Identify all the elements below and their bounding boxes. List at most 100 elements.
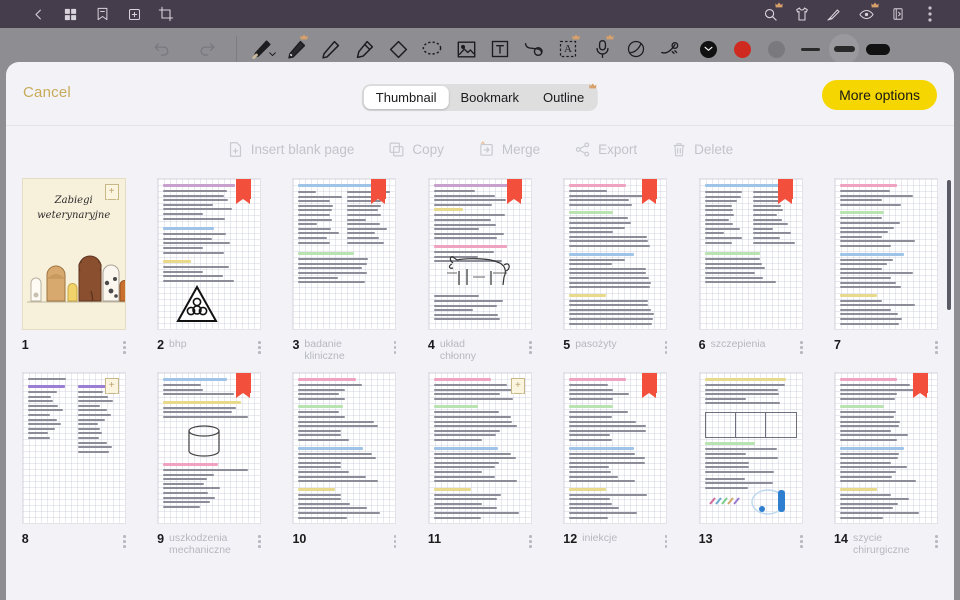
page-overflow-menu-icon[interactable] [123, 532, 126, 548]
more-options-button[interactable]: More options [822, 80, 937, 110]
panel-header: Cancel Thumbnail Bookmark Outline More o… [6, 62, 954, 126]
stroke-thick[interactable] [863, 32, 893, 66]
overflow-menu-icon[interactable] [914, 0, 946, 28]
shape-tool[interactable] [519, 32, 549, 66]
page-thumbnail[interactable] [292, 178, 397, 330]
page-thumbnail[interactable] [563, 178, 668, 330]
tab-thumbnail[interactable]: Thumbnail [363, 86, 449, 109]
page-overflow-menu-icon[interactable] [664, 338, 668, 354]
image-tool[interactable] [451, 32, 481, 66]
color-swatch-gray[interactable] [761, 32, 791, 66]
page-overflow-menu-icon[interactable] [664, 532, 668, 548]
redo-button[interactable] [192, 32, 222, 66]
stroke-thin[interactable] [795, 32, 825, 66]
page-title: układ chłonny [439, 338, 477, 362]
export-button[interactable]: Export [574, 141, 637, 158]
pencil-tool[interactable] [281, 32, 311, 66]
page-thumbnail[interactable]: Zabiegi weterynaryjne + [21, 178, 126, 330]
page-overflow-menu-icon[interactable] [393, 338, 397, 354]
stroke-medium[interactable] [829, 32, 859, 66]
page-overflow-menu-icon[interactable] [800, 532, 803, 548]
page-caption-left: 9 uszkodzenia mechaniczne [157, 532, 231, 556]
bookmark-ribbon-icon[interactable] [777, 179, 793, 204]
add-bookmark-icon[interactable]: + [510, 378, 525, 394]
cancel-button[interactable]: Cancel [23, 84, 71, 101]
color-swatch-red[interactable] [727, 32, 757, 66]
lasso-select-tool[interactable] [417, 32, 447, 66]
page-overflow-menu-icon[interactable] [935, 338, 939, 354]
page-caption: 5 pasożyty [563, 338, 668, 372]
tab-outline-label: Outline [543, 90, 585, 105]
color-swatch-black-dot [699, 40, 717, 58]
ink-drop-tool[interactable] [655, 32, 685, 66]
bookmark-ribbon-icon[interactable] [913, 373, 929, 398]
bookmark-ribbon-icon[interactable] [236, 373, 252, 398]
page-action-bar: Insert blank page Copy Merge Export Dele… [6, 126, 954, 172]
page-thumbnail[interactable] [698, 372, 803, 524]
ballpoint-pen-tool[interactable] [315, 32, 345, 66]
add-page-icon[interactable] [118, 0, 150, 28]
bookmark-ribbon-icon[interactable] [371, 179, 387, 204]
stroke-medium-selected-bg [829, 34, 859, 64]
page-flip-icon[interactable] [882, 0, 914, 28]
copy-button[interactable]: Copy [388, 141, 444, 158]
page-number: 6 [698, 338, 706, 352]
page-thumbnail[interactable] [834, 372, 939, 524]
microphone-tool[interactable] [587, 32, 617, 66]
crop-icon[interactable] [150, 0, 182, 28]
app-top-bar-left-group [0, 0, 182, 28]
color-wheel-tool[interactable] [621, 32, 651, 66]
page-overflow-menu-icon[interactable] [393, 532, 397, 548]
page-thumbnail[interactable]: + [427, 372, 532, 524]
page-thumbnail[interactable] [157, 178, 262, 330]
bookmark-icon[interactable] [86, 0, 118, 28]
bookmark-ribbon-icon[interactable] [236, 179, 252, 204]
page-thumbnail-cell: 6 szczepienia [683, 178, 818, 372]
page-caption-left: 13 [699, 532, 718, 546]
search-icon[interactable] [754, 0, 786, 28]
page-overflow-menu-icon[interactable] [123, 338, 126, 354]
page-overflow-menu-icon[interactable] [529, 338, 532, 354]
page-thumbnail[interactable] [427, 178, 532, 330]
page-overflow-menu-icon[interactable] [800, 338, 803, 354]
page-thumbnail[interactable]: + [21, 372, 126, 524]
add-bookmark-icon[interactable]: + [104, 378, 119, 394]
eye-icon[interactable] [850, 0, 882, 28]
text-recognition-tool[interactable]: A [553, 32, 583, 66]
page-thumbnail[interactable] [157, 372, 262, 524]
page-thumbnail-cell: 2 bhp [141, 178, 276, 372]
fountain-pen-tool[interactable] [247, 32, 277, 66]
page-thumbnail[interactable] [563, 372, 668, 524]
page-thumbnail[interactable] [834, 178, 939, 330]
vertical-scrollbar[interactable] [947, 180, 951, 310]
bookmark-ribbon-icon[interactable] [642, 179, 658, 204]
page-thumbnail[interactable] [698, 178, 803, 330]
tab-bookmark[interactable]: Bookmark [448, 86, 531, 109]
eraser-tool[interactable] [383, 32, 413, 66]
delete-button[interactable]: Delete [671, 141, 733, 158]
page-overflow-menu-icon[interactable] [258, 338, 262, 354]
pen-nib-icon[interactable] [818, 0, 850, 28]
page-overflow-menu-icon[interactable] [529, 532, 532, 548]
text-box-tool[interactable] [485, 32, 515, 66]
page-thumbnail[interactable] [292, 372, 397, 524]
color-swatch-red-dot [733, 40, 751, 58]
bookmark-ribbon-icon[interactable] [506, 179, 522, 204]
bookmark-ribbon-icon[interactable] [642, 373, 658, 398]
shirt-icon[interactable] [786, 0, 818, 28]
stroke-medium-bar [833, 46, 855, 52]
grid-view-icon[interactable] [54, 0, 86, 28]
page-overflow-menu-icon[interactable] [935, 532, 939, 548]
insert-blank-page-button[interactable]: Insert blank page [227, 141, 355, 158]
undo-button[interactable] [146, 32, 176, 66]
back-chevron-icon[interactable] [22, 0, 54, 28]
insert-blank-page-label: Insert blank page [250, 141, 355, 157]
color-swatch-black[interactable] [693, 32, 723, 66]
page-caption-left: 7 [834, 338, 846, 352]
page-overflow-menu-icon[interactable] [258, 532, 262, 548]
page-thumbnail-cell: 4 układ chłonny [412, 178, 547, 372]
highlighter-tool[interactable] [349, 32, 379, 66]
add-bookmark-icon[interactable]: + [104, 184, 119, 200]
tab-outline[interactable]: Outline [531, 83, 597, 109]
merge-button[interactable]: Merge [478, 140, 540, 158]
